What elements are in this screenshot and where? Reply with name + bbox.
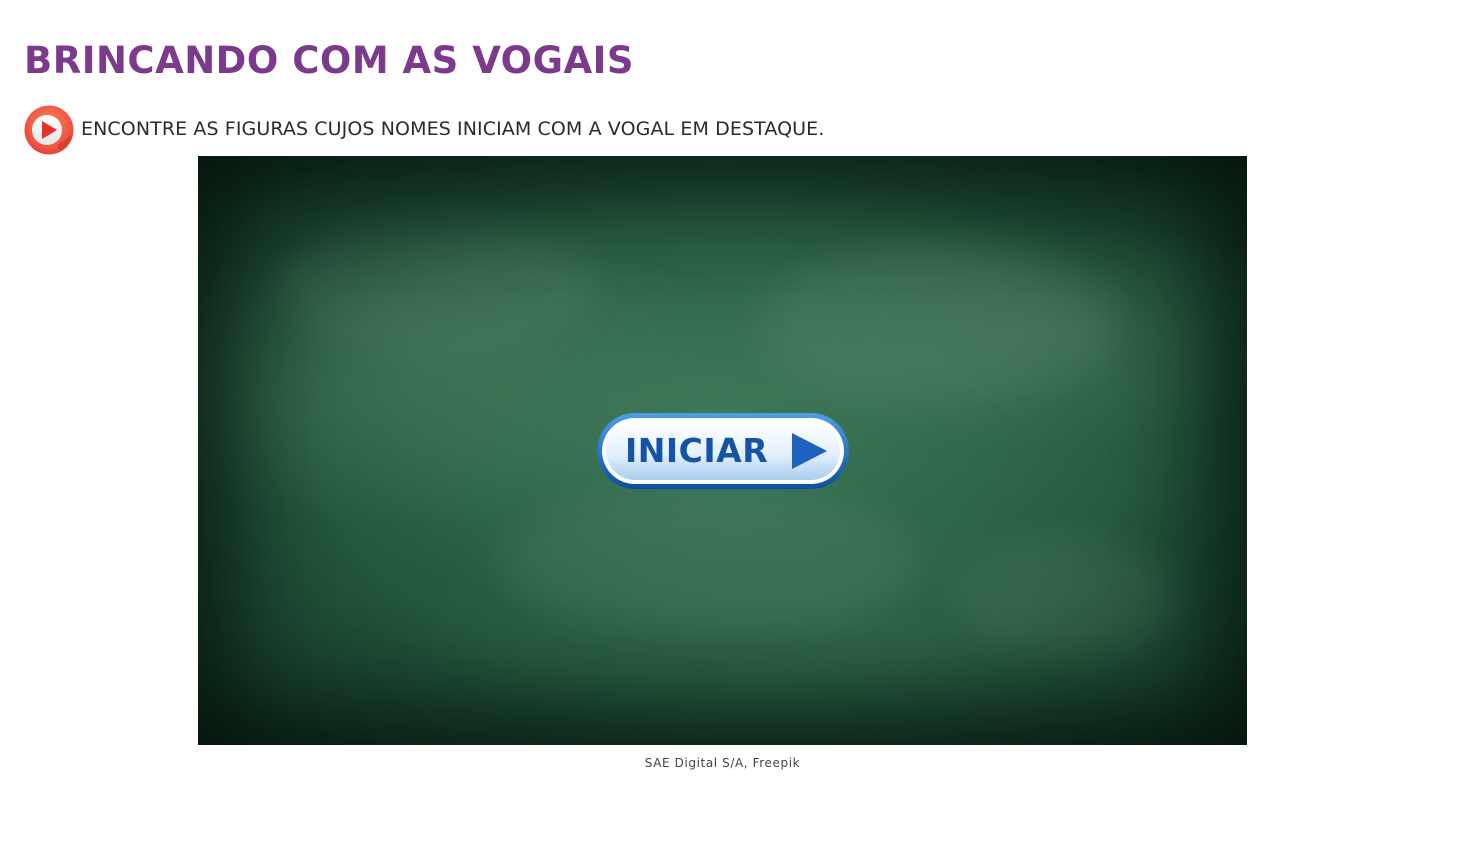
image-credit: SAE Digital S/A, Freepik — [644, 756, 801, 770]
chalk-smudge — [958, 536, 1178, 656]
game-stage: INICIAR — [198, 156, 1247, 745]
chalk-smudge — [278, 216, 598, 356]
start-button[interactable]: INICIAR — [595, 411, 851, 491]
chalk-smudge — [498, 486, 918, 636]
audio-play-button[interactable] — [24, 105, 74, 155]
instruction-row: ENCONTRE AS FIGURAS CUJOS NOMES INICIAM … — [24, 105, 824, 155]
play-audio-icon — [24, 105, 74, 155]
page-title: BRINCANDO COM AS VOGAIS — [24, 39, 635, 82]
start-button-label: INICIAR — [625, 431, 769, 470]
instruction-text: ENCONTRE AS FIGURAS CUJOS NOMES INICIAM … — [81, 117, 825, 140]
chalk-smudge — [758, 246, 1118, 406]
activity-page: BRINCANDO COM AS VOGAIS ENCONTRE AS FIGU… — [0, 0, 1460, 850]
